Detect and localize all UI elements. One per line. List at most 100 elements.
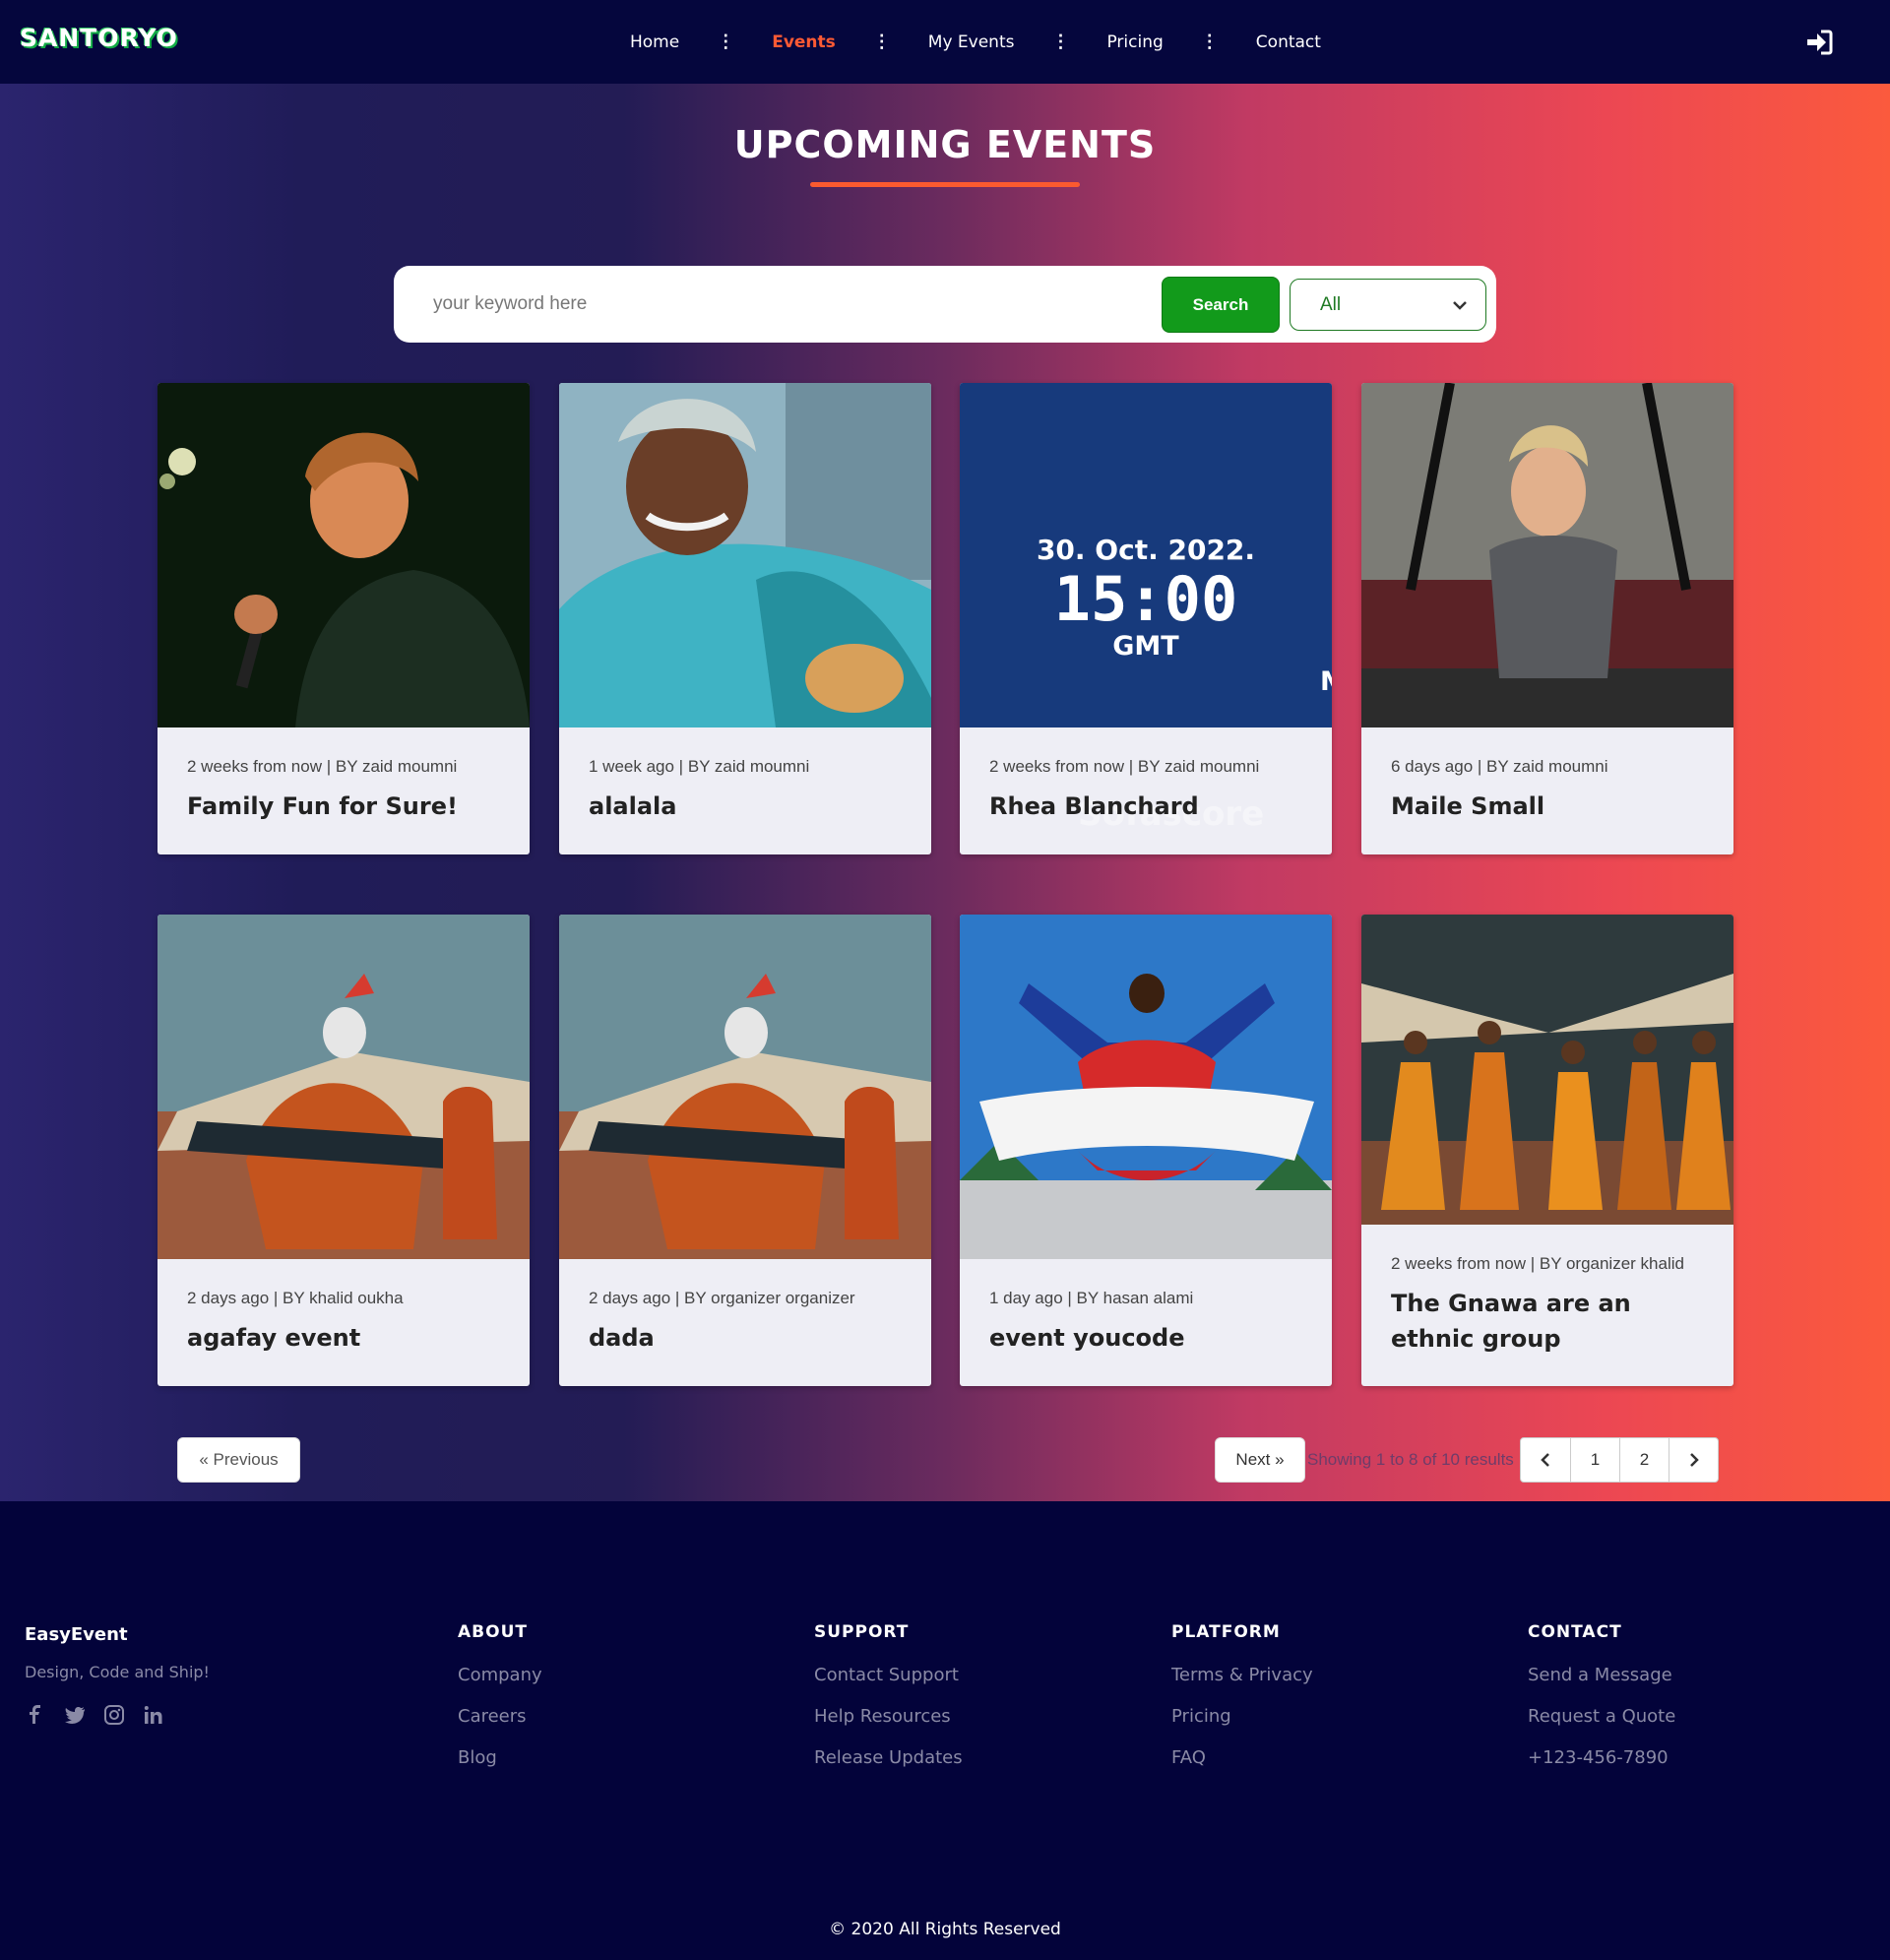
- event-meta: 6 days ago | BY zaid moumni: [1391, 757, 1608, 776]
- event-card-body: 2 days ago | BY organizer organizer dada: [559, 1289, 931, 1356]
- social-links: [25, 1704, 164, 1726]
- linkedin-icon[interactable]: [143, 1704, 164, 1726]
- footer-link[interactable]: Pricing: [1171, 1706, 1313, 1727]
- nav-separator: ⋮: [872, 32, 891, 51]
- category-filter-select[interactable]: All: [1290, 279, 1486, 331]
- site-logo[interactable]: SANTORYO: [20, 24, 178, 52]
- event-title: Family Fun for Sure!: [187, 792, 458, 820]
- footer-link[interactable]: Terms & Privacy: [1171, 1665, 1313, 1685]
- footer-link[interactable]: Send a Message: [1528, 1665, 1675, 1685]
- pagination-controls: 1 2: [1520, 1437, 1719, 1483]
- event-meta: 1 week ago | BY zaid moumni: [589, 757, 810, 776]
- page-title: UPCOMING EVENTS: [733, 123, 1157, 166]
- footer-link[interactable]: Help Resources: [814, 1706, 963, 1727]
- chevron-left-icon: [1541, 1453, 1549, 1467]
- page-prev-arrow[interactable]: [1521, 1438, 1570, 1482]
- twitter-icon[interactable]: [64, 1704, 86, 1726]
- footer-col-about: ABOUT Company Careers Blog: [458, 1622, 542, 1768]
- results-summary: Showing 1 to 8 of 10 results: [1307, 1450, 1514, 1469]
- event-title: Maile Small: [1391, 792, 1545, 820]
- page-next-arrow[interactable]: [1669, 1438, 1718, 1482]
- event-card-body: 1 day ago | BY hasan alami event youcode: [960, 1289, 1332, 1356]
- event-title: Rhea Blanchard: [989, 792, 1199, 820]
- event-card[interactable]: 6 days ago | BY zaid moumni Maile Small: [1361, 383, 1733, 854]
- event-card-body: 2 weeks from now | BY zaid moumni Family…: [158, 757, 530, 824]
- event-card-body: 1 week ago | BY zaid moumni alalala: [559, 757, 931, 824]
- event-card[interactable]: 2 weeks from now | BY organizer khalid T…: [1361, 915, 1733, 1386]
- event-card[interactable]: 2 days ago | BY khalid oukha agafay even…: [158, 915, 530, 1386]
- navbar: SANTORYO Home ⋮ Events ⋮ My Events ⋮ Pri…: [0, 0, 1890, 84]
- jumping-performer-photo: [960, 915, 1332, 1259]
- footer-heading: ABOUT: [458, 1622, 528, 1642]
- footer-link[interactable]: Contact Support: [814, 1665, 963, 1685]
- site-footer: EasyEvent Design, Code and Ship! ABOUT C…: [0, 1501, 1890, 1960]
- gnawa-musician-photo: [559, 383, 931, 727]
- gnawa-group-photo: [1361, 915, 1733, 1225]
- chevron-right-icon: [1689, 1453, 1699, 1467]
- footer-tagline: Design, Code and Ship!: [25, 1663, 210, 1681]
- search-input[interactable]: [413, 280, 1201, 329]
- footer-brand: EasyEvent: [25, 1624, 128, 1645]
- event-title: dada: [589, 1324, 655, 1352]
- footer-heading: PLATFORM: [1171, 1622, 1281, 1642]
- poster-time: 15:00: [1053, 563, 1238, 635]
- nav-separator: ⋮: [1200, 32, 1219, 51]
- event-card[interactable]: 1 week ago | BY zaid moumni alalala: [559, 383, 931, 854]
- event-meta: 2 days ago | BY khalid oukha: [187, 1289, 404, 1307]
- filter-selected-value: All: [1320, 293, 1342, 315]
- page-link-2[interactable]: 2: [1619, 1438, 1669, 1482]
- event-title: agafay event: [187, 1324, 361, 1352]
- next-page-button[interactable]: Next »: [1215, 1437, 1305, 1483]
- chevron-down-icon: [1453, 301, 1467, 310]
- event-card[interactable]: 30. Oct. 2022. 15:00 GMT M Sofascore 2 w…: [960, 383, 1332, 854]
- nav-events[interactable]: Events: [772, 32, 836, 52]
- event-card-body: 6 days ago | BY zaid moumni Maile Small: [1361, 757, 1733, 824]
- footer-link[interactable]: Request a Quote: [1528, 1706, 1675, 1727]
- event-card-body: 2 weeks from now | BY zaid moumni Rhea B…: [960, 757, 1332, 824]
- nav-home[interactable]: Home: [630, 32, 679, 52]
- event-card[interactable]: 2 days ago | BY organizer organizer dada: [559, 915, 931, 1386]
- event-card[interactable]: 2 weeks from now | BY zaid moumni Family…: [158, 383, 530, 854]
- previous-page-button[interactable]: « Previous: [177, 1437, 300, 1483]
- search-bar: Search All: [394, 266, 1496, 343]
- nav-my-events[interactable]: My Events: [928, 32, 1015, 52]
- event-title: alalala: [589, 792, 677, 820]
- event-meta: 2 weeks from now | BY zaid moumni: [989, 757, 1260, 776]
- event-card-body: 2 days ago | BY khalid oukha agafay even…: [158, 1289, 530, 1356]
- nav-pricing[interactable]: Pricing: [1106, 32, 1163, 52]
- event-card[interactable]: 1 day ago | BY hasan alami event youcode: [960, 915, 1332, 1386]
- event-meta: 2 weeks from now | BY organizer khalid: [1391, 1254, 1684, 1273]
- instagram-icon[interactable]: [103, 1704, 125, 1726]
- events-section: UPCOMING EVENTS Search All 2 weeks from …: [0, 84, 1890, 1501]
- poster-date: 30. Oct. 2022.: [1036, 534, 1256, 566]
- footer-link[interactable]: Blog: [458, 1747, 542, 1768]
- footer-link[interactable]: FAQ: [1171, 1747, 1313, 1768]
- event-meta: 2 days ago | BY organizer organizer: [589, 1289, 855, 1307]
- event-meta: 2 weeks from now | BY zaid moumni: [187, 757, 458, 776]
- title-underline: [810, 182, 1080, 187]
- event-meta: 1 day ago | BY hasan alami: [989, 1289, 1194, 1307]
- match-date-poster: 30. Oct. 2022. 15:00 GMT M: [960, 383, 1332, 727]
- event-card-body: 2 weeks from now | BY organizer khalid T…: [1361, 1254, 1733, 1357]
- sign-in-icon[interactable]: [1805, 30, 1833, 55]
- footer-col-support: SUPPORT Contact Support Help Resources R…: [814, 1622, 963, 1768]
- footer-link[interactable]: Company: [458, 1665, 542, 1685]
- footer-link[interactable]: Careers: [458, 1706, 542, 1727]
- footer-link[interactable]: Release Updates: [814, 1747, 963, 1768]
- poster-edge-letter: M: [1320, 666, 1332, 697]
- gnawa-dancer-photo: [158, 915, 530, 1259]
- facebook-icon[interactable]: [25, 1704, 46, 1726]
- poster-timezone: GMT: [1112, 631, 1179, 662]
- page-link-1[interactable]: 1: [1570, 1438, 1619, 1482]
- footer-col-contact: CONTACT Send a Message Request a Quote +…: [1528, 1622, 1675, 1768]
- gnawa-dancer-photo: [559, 915, 931, 1259]
- footer-link[interactable]: +123-456-7890: [1528, 1747, 1675, 1768]
- footer-heading: SUPPORT: [814, 1622, 910, 1642]
- nav-contact[interactable]: Contact: [1256, 32, 1321, 52]
- event-title: The Gnawa are an ethnic group: [1391, 1290, 1631, 1353]
- footer-heading: CONTACT: [1528, 1622, 1622, 1642]
- footer-col-platform: PLATFORM Terms & Privacy Pricing FAQ: [1171, 1622, 1313, 1768]
- copyright-text: © 2020 All Rights Reserved: [829, 1920, 1061, 1939]
- search-button[interactable]: Search: [1162, 277, 1280, 333]
- singer-on-stage-photo: [158, 383, 530, 727]
